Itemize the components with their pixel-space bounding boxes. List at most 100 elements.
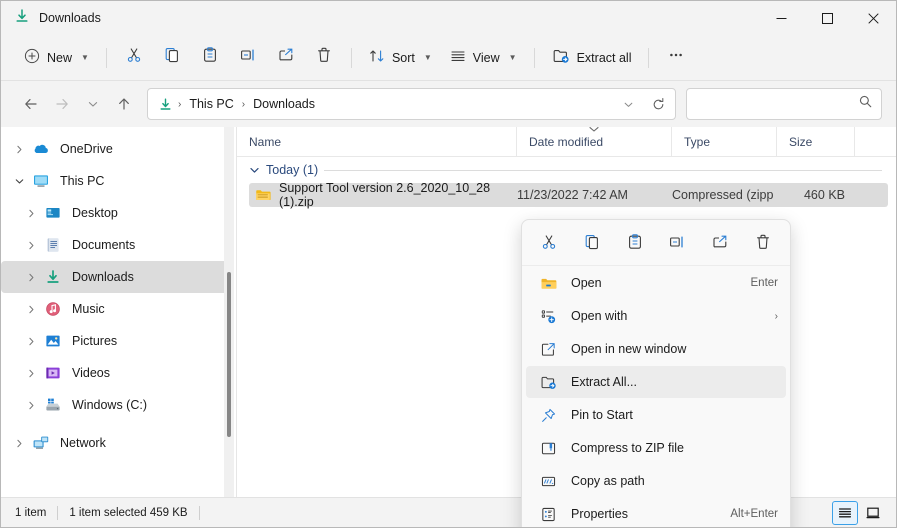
sidebar-item-pictures[interactable]: Pictures [1,325,230,357]
chevron-right-icon[interactable] [19,393,43,417]
folder-open-icon [538,273,558,293]
group-header-today[interactable]: Today (1) [237,157,896,183]
chevron-right-icon[interactable] [19,361,43,385]
paste-button[interactable] [191,42,229,74]
delete-button[interactable] [746,229,780,261]
context-menu-item-copy-as-path[interactable]: Copy as path [526,465,786,497]
details-view-button[interactable] [832,500,858,525]
large-icons-view-button[interactable] [860,501,886,525]
new-button[interactable]: New ▼ [15,42,98,74]
context-menu-item-label: Extract All... [571,375,637,389]
local-disk-icon [43,395,63,415]
cut-button[interactable] [532,229,566,261]
table-row[interactable]: Support Tool version 2.6_2020_10_28 (1).… [249,181,888,209]
chevron-right-icon[interactable] [19,297,43,321]
scrollbar-thumb[interactable] [227,272,231,437]
up-button[interactable] [108,88,139,120]
cut-button[interactable] [115,42,153,74]
context-menu-item-open[interactable]: Open Enter [526,267,786,299]
sort-button[interactable]: Sort ▼ [360,42,441,74]
navigation-pane: OneDrive This PC Desktop Documents Downl… [1,127,236,497]
sidebar-item-label: Pictures [72,334,118,348]
view-button[interactable]: View ▼ [441,42,526,74]
toolbar-divider-4 [648,47,650,68]
chevron-down-icon[interactable] [249,165,260,176]
share-button[interactable] [267,42,305,74]
chevron-down-icon: ▼ [423,53,432,62]
sidebar-item-videos[interactable]: Videos [1,357,230,389]
context-menu-item-properties[interactable]: Properties Alt+Enter [526,498,786,527]
chevron-down-icon[interactable] [7,169,31,193]
sidebar-item-downloads[interactable]: Downloads [1,261,230,293]
chevron-right-icon[interactable] [19,329,43,353]
sidebar-item-desktop[interactable]: Desktop [1,197,230,229]
context-menu-item-label: Properties [571,507,628,521]
rename-icon [668,233,686,256]
sidebar-item-onedrive[interactable]: OneDrive [1,133,230,165]
navigation-pane-scrollbar[interactable] [224,127,234,497]
rename-button[interactable] [660,229,694,261]
sidebar-item-windows-c[interactable]: Windows (C:) [1,389,230,421]
submenu-chevron-icon: › [774,310,778,322]
share-button[interactable] [703,229,737,261]
toolbar-divider-3 [533,47,535,68]
refresh-button[interactable] [643,90,673,118]
group-divider [324,169,882,171]
sort-descending-icon [517,126,671,133]
copy-icon [583,233,601,256]
search-box[interactable] [686,88,882,120]
column-header-date-modified[interactable]: Date modified [517,126,672,157]
view-lines-icon [450,48,466,67]
sidebar-item-documents[interactable]: Documents [1,229,230,261]
column-header-name[interactable]: Name [237,126,517,157]
context-menu-item-compress-to-zip[interactable]: Compress to ZIP file [526,432,786,464]
extract-all-icon [552,47,570,68]
rename-button[interactable] [229,42,267,74]
see-more-button[interactable] [657,42,695,74]
window-title: Downloads [39,11,101,25]
address-dropdown-button[interactable] [613,90,643,118]
breadcrumb-item-downloads[interactable]: Downloads [248,94,320,114]
copy-button[interactable] [575,229,609,261]
context-menu-item-pin-to-start[interactable]: Pin to Start [526,399,786,431]
chevron-right-icon[interactable] [7,431,31,455]
minimize-button[interactable] [758,1,804,35]
sidebar-item-this-pc[interactable]: This PC [1,165,230,197]
chevron-right-icon[interactable] [19,233,43,257]
context-menu-item-label: Compress to ZIP file [571,441,685,455]
recent-locations-button[interactable] [77,88,108,120]
chevron-right-icon[interactable] [19,265,43,289]
breadcrumb-separator-1: › [241,98,246,110]
paste-button[interactable] [618,229,652,261]
column-header-size[interactable]: Size [777,126,855,157]
chevron-right-icon[interactable] [19,201,43,225]
extract-all-button[interactable]: Extract all [543,42,641,74]
zip-folder-icon [255,187,271,203]
sidebar-item-network[interactable]: Network [1,427,230,459]
paste-icon [201,46,219,69]
maximize-button[interactable] [804,1,850,35]
context-menu-item-open-in-new-window[interactable]: Open in new window [526,333,786,365]
context-menu-item-open-with[interactable]: Open with › [526,300,786,332]
search-input[interactable] [697,97,858,111]
forward-button[interactable] [46,88,77,120]
chevron-right-icon[interactable] [7,137,31,161]
copy-button[interactable] [153,42,191,74]
properties-icon [538,504,558,524]
address-path-box[interactable]: › This PC › Downloads [147,88,676,120]
sidebar-item-music[interactable]: Music [1,293,230,325]
column-header-type[interactable]: Type [672,126,777,157]
delete-button[interactable] [305,42,343,74]
sidebar-item-label: Documents [72,238,136,252]
close-button[interactable] [850,1,896,35]
desktop-icon [43,203,63,223]
context-menu: Open Enter Open with › Open in new windo… [521,219,791,527]
context-menu-item-label: Open [571,276,602,290]
context-menu-item-extract-all[interactable]: Extract All... [526,366,786,398]
search-icon[interactable] [858,94,873,114]
sidebar-item-label: This PC [60,174,105,188]
back-button[interactable] [15,88,46,120]
breadcrumb-item-this-pc[interactable]: This PC [184,94,238,114]
command-toolbar: New ▼ Sort ▼ View ▼ Extract all [1,35,896,81]
column-headers: Name Date modified Type Size [237,126,896,157]
